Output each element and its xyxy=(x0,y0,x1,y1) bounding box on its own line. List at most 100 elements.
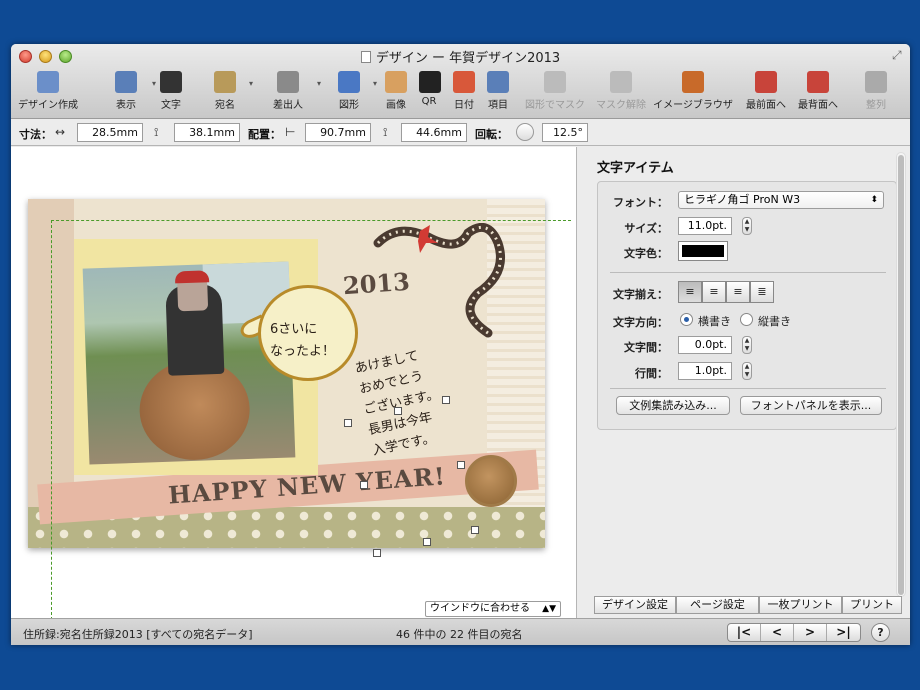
selection-handle[interactable] xyxy=(423,538,431,546)
vertical-guide xyxy=(51,220,52,618)
last-record-button[interactable]: >| xyxy=(827,624,860,641)
send-back-icon xyxy=(807,71,829,93)
selection-handle[interactable] xyxy=(457,461,465,469)
vertical-scrollbar[interactable] xyxy=(896,152,906,597)
selection-handle[interactable] xyxy=(373,549,381,557)
rotation-field[interactable]: 12.5° xyxy=(542,123,588,142)
previous-record-button[interactable]: < xyxy=(761,624,794,641)
window-title: デザイン ー 年賀デザイン2013 xyxy=(11,47,910,66)
horizontal-radio[interactable] xyxy=(680,313,693,326)
toolbar-text-button[interactable]: 文字 xyxy=(156,71,186,111)
next-record-button[interactable]: > xyxy=(794,624,827,641)
position-label: 配置： xyxy=(248,128,281,141)
y-position-icon: ⟟ xyxy=(383,125,388,139)
selection-handle[interactable] xyxy=(344,419,352,427)
toolbar-view-button[interactable]: 表示 ▾ xyxy=(106,71,156,111)
selection-handle[interactable] xyxy=(394,407,402,415)
toolbar-mask-remove-button[interactable]: マスク解除 xyxy=(593,71,649,111)
dropdown-arrow-icon[interactable]: ▾ xyxy=(249,79,253,88)
select-arrows-icon: ⬍ xyxy=(870,195,878,205)
help-button[interactable]: ? xyxy=(871,623,890,642)
toolbar-qr-button[interactable]: QR xyxy=(419,71,441,107)
toolbar-image-browser-button[interactable]: イメージブラウザ xyxy=(651,71,735,111)
toolbar-label: デザイン作成 xyxy=(18,100,78,111)
address-icon xyxy=(214,71,236,93)
mask-remove-icon xyxy=(610,71,632,93)
toolbar-align-button[interactable]: 整列 xyxy=(861,71,891,111)
x-position-field[interactable]: 90.7mm xyxy=(305,123,371,142)
tab-design-settings[interactable]: デザイン設定 xyxy=(594,596,676,614)
toolbar-field-button[interactable]: 項目 xyxy=(485,71,511,111)
toolbar-address-button[interactable]: 宛名 ▾ xyxy=(207,71,253,111)
direction-label: 文字方向： xyxy=(613,316,668,329)
view-icon xyxy=(115,71,137,93)
font-select[interactable]: ヒラギノ角ゴ ProN W3 ⬍ xyxy=(678,191,884,209)
font-size-stepper[interactable]: ▲ ▼ xyxy=(742,217,752,235)
toolbar-label: マスク解除 xyxy=(596,100,646,111)
toolbar-label: 整列 xyxy=(866,100,886,111)
vertical-radio[interactable] xyxy=(740,313,753,326)
toolbar-label: 表示 xyxy=(116,100,136,111)
red-cap xyxy=(174,270,210,284)
child-photo[interactable] xyxy=(82,261,296,465)
toolbar: デザイン作成 表示 ▾ 文字 宛名 ▾ 差出人 ▾ 図形 ▾ 画像 QR 日付 項目 図形でマスク マスク解除… xyxy=(11,68,910,118)
shape-icon xyxy=(338,71,360,93)
dimension-bar: 寸法： ↔ 28.5mm ⟟ 38.1mm 配置： ⊢ 90.7mm ⟟ 44.… xyxy=(11,119,910,146)
char-spacing-stepper[interactable]: ▲ ▼ xyxy=(742,336,752,354)
mask-shape-icon xyxy=(544,71,566,93)
font-label: フォント： xyxy=(613,196,668,209)
selection-handle[interactable] xyxy=(360,481,368,489)
selection-handle[interactable] xyxy=(442,396,450,404)
line-spacing-stepper[interactable]: ▲ ▼ xyxy=(742,362,752,380)
toolbar-shape-button[interactable]: 図形 ▾ xyxy=(331,71,377,111)
selection-handle[interactable] xyxy=(471,526,479,534)
zoom-select[interactable]: ウインドウに合わせる ▲▼ xyxy=(425,601,561,617)
blurred-face xyxy=(177,278,209,312)
toolbar-image-button[interactable]: 画像 xyxy=(383,71,409,111)
y-position-field[interactable]: 44.6mm xyxy=(401,123,467,142)
select-arrows-icon: ▲▼ xyxy=(542,604,556,614)
rotation-knob[interactable] xyxy=(516,123,534,141)
panel-title: 文字アイテム xyxy=(597,161,674,176)
tab-page-settings[interactable]: ページ設定 xyxy=(676,596,759,614)
text-color-well[interactable] xyxy=(678,241,728,261)
align-justify-button[interactable]: ≣ xyxy=(750,281,774,303)
font-size-field[interactable]: 11.0pt. xyxy=(678,217,732,235)
import-examples-button[interactable]: 文例集読み込み... xyxy=(616,396,730,415)
toolbar-mask-shape-button[interactable]: 図形でマスク xyxy=(521,71,589,111)
scroll-thumb[interactable] xyxy=(898,155,904,595)
toolbar-calendar-button[interactable]: 日付 xyxy=(451,71,477,111)
fullscreen-icon[interactable]: ⤢ xyxy=(892,49,904,61)
horizontal-radio-label[interactable]: 横書き xyxy=(698,313,731,329)
toolbar-label: 最前面へ xyxy=(746,100,786,111)
toolbar-label: 画像 xyxy=(386,100,406,111)
color-chip xyxy=(682,245,724,257)
dropdown-arrow-icon[interactable]: ▾ xyxy=(373,79,377,88)
dropdown-arrow-icon[interactable]: ▾ xyxy=(317,79,321,88)
line-spacing-field[interactable]: 1.0pt. xyxy=(678,362,732,380)
text-icon xyxy=(160,71,182,93)
toolbar-design-create-button[interactable]: デザイン作成 xyxy=(13,71,83,111)
toolbar-label: 宛名 xyxy=(215,100,235,111)
toolbar-send-back-button[interactable]: 最背面へ xyxy=(796,71,840,111)
postcard[interactable]: HAPPY NEW YEAR! 6さいに なったよ！ 2013 あけまして おめでと… xyxy=(28,199,545,548)
bubble-text[interactable]: 6さいに なったよ！ xyxy=(270,319,350,363)
first-record-button[interactable]: |< xyxy=(728,624,761,641)
align-center-button[interactable]: ≡ xyxy=(702,281,726,303)
window-title-text: デザイン ー 年賀デザイン2013 xyxy=(375,51,561,66)
char-spacing-field[interactable]: 0.0pt. xyxy=(678,336,732,354)
vertical-radio-label[interactable]: 縦書き xyxy=(758,313,791,329)
design-canvas[interactable]: HAPPY NEW YEAR! 6さいに なったよ！ 2013 あけまして おめでと… xyxy=(11,147,577,618)
tab-print[interactable]: プリント xyxy=(842,596,902,614)
align-left-button[interactable]: ≡ xyxy=(678,281,702,303)
width-field[interactable]: 28.5mm xyxy=(77,123,143,142)
record-navigation: |< < > >| xyxy=(727,623,861,642)
toolbar-label: 差出人 xyxy=(273,100,303,111)
toolbar-sender-button[interactable]: 差出人 ▾ xyxy=(265,71,321,111)
align-right-button[interactable]: ≡ xyxy=(726,281,750,303)
text-color-label: 文字色： xyxy=(624,247,668,260)
height-field[interactable]: 38.1mm xyxy=(174,123,240,142)
toolbar-bring-front-button[interactable]: 最前面へ xyxy=(744,71,788,111)
tab-single-print[interactable]: 一枚プリント xyxy=(759,596,842,614)
show-font-panel-button[interactable]: フォントパネルを表示... xyxy=(740,396,882,415)
